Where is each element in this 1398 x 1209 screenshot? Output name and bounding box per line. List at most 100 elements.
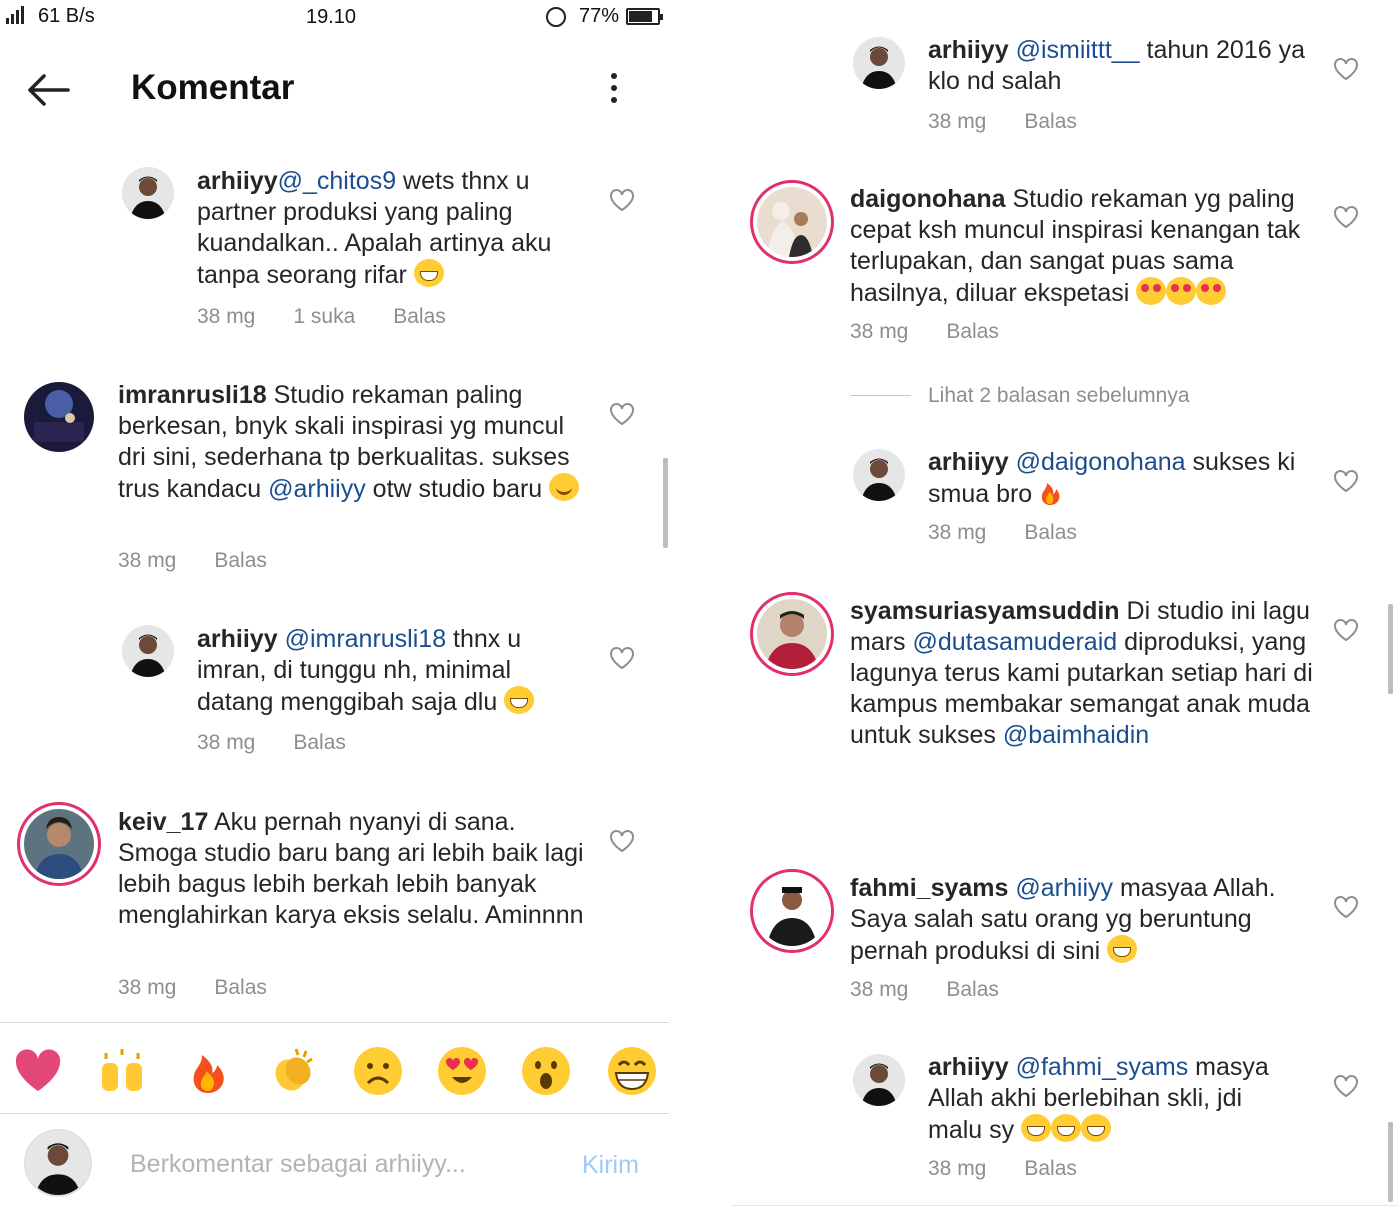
bottom-divider: [731, 1205, 1398, 1206]
reply-button[interactable]: Balas: [1024, 1157, 1077, 1181]
mention-link[interactable]: @fahmi_syams: [1016, 1053, 1189, 1081]
status-bar: 61 B/s 19.10 77%: [0, 0, 669, 34]
story-ring-avatar[interactable]: [17, 802, 101, 886]
comment-text: arhiiyy @daigonohana sukses ki smua bro: [928, 448, 1296, 508]
story-ring-avatar[interactable]: [750, 180, 834, 264]
mention-link[interactable]: @baimhaidin: [1003, 721, 1149, 749]
comment-username[interactable]: keiv_17: [118, 808, 208, 836]
mention-link[interactable]: @dutasamuderaid: [913, 628, 1118, 656]
avatar[interactable]: [853, 37, 905, 89]
surprised-face-icon[interactable]: [520, 1045, 572, 1097]
scrollbar[interactable]: [1388, 1122, 1393, 1202]
comment-text: keiv_17 Aku pernah nyanyi di sana. Smoga…: [118, 808, 584, 929]
comment-username[interactable]: arhiiyy: [197, 167, 278, 195]
avatar[interactable]: [853, 449, 905, 501]
battery-icon: [626, 8, 663, 25]
like-heart-icon[interactable]: [1333, 895, 1359, 919]
comment-time: 38 mg: [928, 521, 987, 544]
comment-text: arhiiyy@_chitos9 wets thnx u partner pro…: [197, 167, 552, 289]
view-previous-replies[interactable]: Lihat 2 balasan sebelumnya: [928, 384, 1190, 408]
network-speed: 61 B/s: [38, 5, 95, 27]
clapping-hands-icon[interactable]: [266, 1045, 318, 1097]
reply-button[interactable]: Balas: [393, 305, 446, 329]
replies-divider: [850, 395, 911, 396]
comment-text: syamsuriasyamsuddin Di studio ini lagu m…: [850, 597, 1313, 749]
comment-username[interactable]: fahmi_syams: [850, 874, 1008, 902]
story-ring-avatar[interactable]: [750, 869, 834, 953]
heart-reaction-icon[interactable]: [12, 1045, 64, 1097]
avatar: [757, 876, 827, 946]
mention-link[interactable]: @arhiiyy: [268, 475, 366, 503]
back-arrow-icon[interactable]: [22, 70, 72, 110]
sad-face-icon[interactable]: [352, 1045, 404, 1097]
mention-link[interactable]: @daigonohana: [1016, 448, 1186, 476]
grin-emoji-icon: [413, 259, 444, 287]
mention-link[interactable]: @_chitos9: [278, 167, 397, 195]
scrollbar[interactable]: [663, 458, 668, 548]
avatar: [24, 1129, 92, 1197]
avatar[interactable]: [24, 382, 94, 452]
comment-time: 38 mg: [928, 1157, 987, 1180]
fire-reaction-icon[interactable]: [182, 1045, 234, 1097]
story-ring-avatar[interactable]: [750, 592, 834, 676]
comment-username[interactable]: arhiiyy: [928, 448, 1009, 476]
battery-percent: 77%: [579, 5, 620, 27]
comment-username[interactable]: imranrusli18: [118, 381, 267, 409]
like-heart-icon[interactable]: [1333, 618, 1359, 642]
avatar[interactable]: [122, 167, 174, 219]
comment-text: fahmi_syams @arhiiyy masyaa Allah. Saya …: [850, 874, 1276, 965]
comment-time: 38 mg: [197, 305, 256, 328]
raised-hands-icon[interactable]: [96, 1045, 148, 1097]
mention-link[interactable]: @arhiiyy: [1015, 874, 1113, 902]
mention-link[interactable]: @ismiittt__: [1016, 36, 1140, 64]
comment-username[interactable]: arhiiyy: [928, 36, 1009, 64]
grin-face-icon[interactable]: [606, 1045, 658, 1097]
quick-reactions-bar: [0, 1022, 669, 1114]
reply-button[interactable]: Balas: [293, 731, 346, 755]
reply-button[interactable]: Balas: [1024, 521, 1077, 545]
comment-username[interactable]: syamsuriasyamsuddin: [850, 597, 1120, 625]
comment-text: imranrusli18 Studio rekaman paling berke…: [118, 380, 598, 505]
more-options-icon[interactable]: [598, 68, 630, 108]
comment-text: arhiiyy @ismiittt__ tahun 2016 ya klo nd…: [928, 36, 1305, 95]
comment-username[interactable]: arhiiyy: [928, 1053, 1009, 1081]
like-heart-icon[interactable]: [1333, 57, 1359, 81]
comment-meta: 38 mg Balas: [928, 1157, 1077, 1181]
comment-composer: Kirim: [0, 1115, 669, 1209]
comment-meta: 38 mg Balas: [850, 978, 999, 1002]
like-heart-icon[interactable]: [1333, 469, 1359, 493]
reply-button[interactable]: Balas: [946, 320, 999, 344]
comment-time: 38 mg: [850, 978, 909, 1001]
reply-button[interactable]: Balas: [946, 978, 999, 1002]
avatar[interactable]: [853, 1054, 905, 1106]
reply-button[interactable]: Balas: [1024, 110, 1077, 134]
comment-meta: 38 mg Balas: [197, 731, 346, 755]
like-heart-icon[interactable]: [609, 402, 635, 426]
grin-emoji-icon: [1081, 1114, 1112, 1142]
comment-text: arhiiyy @fahmi_syams masya Allah akhi be…: [928, 1053, 1269, 1144]
comment-input[interactable]: [130, 1147, 550, 1181]
like-heart-icon[interactable]: [1333, 1074, 1359, 1098]
like-heart-icon[interactable]: [1333, 205, 1359, 229]
comment-time: 38 mg: [928, 110, 987, 133]
like-heart-icon[interactable]: [609, 646, 635, 670]
avatar[interactable]: [122, 625, 174, 677]
reply-button[interactable]: Balas: [214, 976, 267, 1000]
heart-eyes-face-icon[interactable]: [436, 1045, 488, 1097]
mention-link[interactable]: @imranrusli18: [285, 625, 447, 653]
like-count[interactable]: 1 suka: [293, 305, 355, 329]
left-screenshot: 61 B/s 19.10 77% Komentar arhiiyy@_chito…: [0, 0, 669, 1209]
send-button[interactable]: Kirim: [582, 1151, 639, 1180]
comment-meta: 38 mg 1 suka Balas: [197, 305, 446, 329]
heart-eyes-emoji-icon: [1136, 277, 1167, 305]
like-heart-icon[interactable]: [609, 829, 635, 853]
reply-button[interactable]: Balas: [214, 549, 267, 573]
grin-emoji-icon: [1051, 1114, 1082, 1142]
scrollbar[interactable]: [1388, 604, 1393, 694]
grin-emoji-icon: [504, 686, 535, 714]
comment-meta: 38 mg Balas: [850, 320, 999, 344]
comment-username[interactable]: arhiiyy: [197, 625, 278, 653]
like-heart-icon[interactable]: [609, 188, 635, 212]
comment-username[interactable]: daigonohana: [850, 185, 1006, 213]
avatar: [24, 809, 94, 879]
